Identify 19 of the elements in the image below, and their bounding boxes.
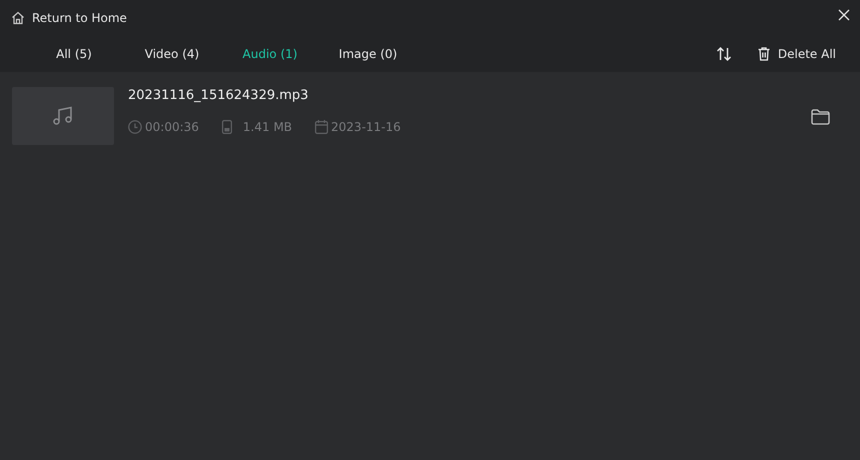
return-home-button[interactable]: Return to Home xyxy=(11,10,127,24)
clock-icon xyxy=(128,120,142,134)
delete-all-button[interactable]: Delete All xyxy=(758,46,836,60)
date-text: 2023-11-16 xyxy=(331,120,401,134)
close-icon[interactable] xyxy=(838,9,850,21)
file-name: 20231116_151624329.mp3 xyxy=(128,88,310,103)
trash-icon xyxy=(758,46,770,60)
home-icon xyxy=(11,10,25,24)
file-size-text: 1.41 MB xyxy=(242,120,292,134)
tab[interactable]: Audio (1) xyxy=(221,46,319,60)
duration-text: 00:00:36 xyxy=(145,120,199,134)
tab[interactable]: All (5) xyxy=(25,46,123,60)
calendar-icon xyxy=(315,120,328,134)
folder-icon[interactable] xyxy=(811,109,830,125)
sort-icon[interactable] xyxy=(716,46,732,62)
tab[interactable]: Video (4) xyxy=(123,46,221,60)
tab[interactable]: Image (0) xyxy=(319,46,417,60)
music-note-icon xyxy=(52,106,74,126)
storage-icon xyxy=(222,120,232,134)
